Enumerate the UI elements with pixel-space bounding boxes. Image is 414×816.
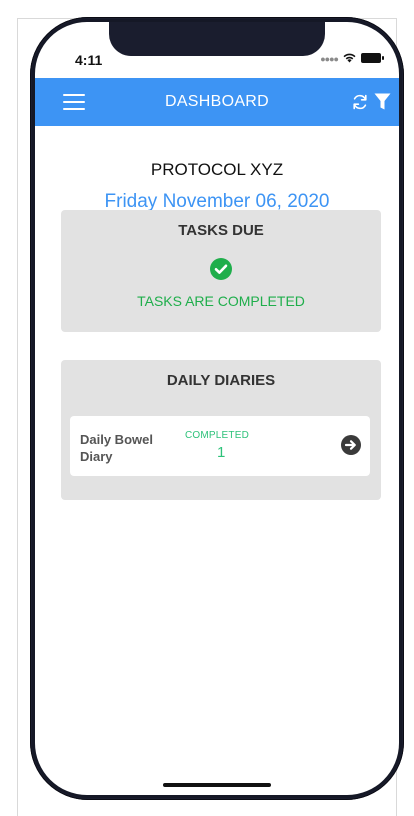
phone-device: 4:11 ●●●● DASHBOARD PROTOCOL XYZ Friday … [30, 17, 404, 800]
home-indicator[interactable] [163, 783, 271, 787]
battery-icon [361, 52, 384, 63]
refresh-icon[interactable] [350, 92, 370, 112]
filter-icon[interactable] [374, 93, 391, 111]
daily-diaries-title: DAILY DIARIES [166, 372, 276, 389]
phone-notch [109, 22, 325, 56]
arrow-right-circle-icon[interactable] [341, 435, 361, 455]
check-circle-icon [210, 258, 232, 280]
header-title: DASHBOARD [164, 93, 270, 110]
signal-dots-icon: ●●●● [320, 54, 339, 64]
diary-name: Daily Bowel Diary [80, 432, 153, 464]
diary-count: 1 [217, 444, 226, 461]
tasks-status: TASKS ARE COMPLETED [137, 293, 305, 309]
status-time: 4:11 [75, 52, 103, 68]
wifi-icon [343, 53, 356, 63]
app-header: DASHBOARD [35, 78, 399, 126]
tasks-due-card: TASKS DUE TASKS ARE COMPLETED [61, 210, 381, 332]
diary-status-label: COMPLETED [185, 430, 250, 441]
diary-row-daily-bowel[interactable]: Daily Bowel Diary COMPLETED 1 [70, 416, 370, 476]
protocol-name: PROTOCOL XYZ [150, 160, 284, 179]
status-icons: ●●●● [320, 51, 384, 64]
phone-screen: 4:11 ●●●● DASHBOARD PROTOCOL XYZ Friday … [35, 22, 399, 795]
tasks-due-title: TASKS DUE [178, 222, 264, 239]
daily-diaries-card: DAILY DIARIES Daily Bowel Diary COMPLETE… [61, 360, 381, 500]
